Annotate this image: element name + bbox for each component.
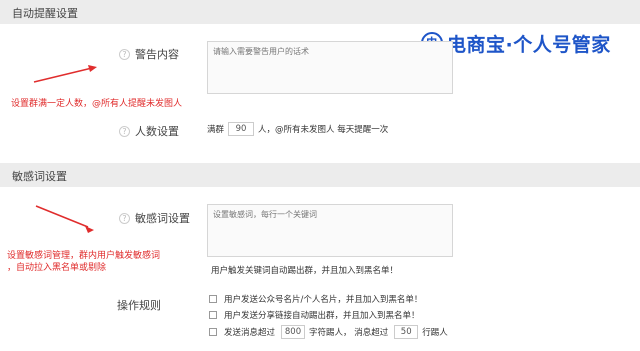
rule-link-kick[interactable]: 用户发送分享链接自动踢出群，并且加入到黑名单！ [209,309,420,321]
operation-rules-label: 操作规则 [117,299,161,312]
rule-message-limit[interactable]: 发送消息超过 800 字符踢人， 消息超过 50 行踢人 [209,325,448,339]
rule-card-blacklist[interactable]: 用户发送公众号名片/个人名片，并且加入到黑名单！ [209,293,422,305]
annotation-sensitive: 设置敏感词管理，群内用户触发敏感词 ，自动拉入黑名单或剔除 [7,250,160,274]
rule-checkbox[interactable] [209,295,217,303]
rule-label: 用户发送分享链接自动踢出群，并且加入到黑名单！ [224,311,420,321]
message-limit-input[interactable]: 50 [394,325,419,339]
rule-prefix: 发送消息超过 [224,328,276,338]
rule-label: 用户发送公众号名片/个人名片，并且加入到黑名单！ [224,295,423,305]
rule-checkbox[interactable] [209,311,217,319]
annotation-line: 设置敏感词管理，群内用户触发敏感词 [7,251,161,261]
rule-suffix: 行踢人 [422,328,448,338]
rule-checkbox[interactable] [209,328,217,336]
char-limit-input[interactable]: 800 [281,325,306,339]
rule-mid: 字符踢人， 消息超过 [309,328,389,338]
annotation-line: ，自动拉入黑名单或剔除 [7,263,107,273]
